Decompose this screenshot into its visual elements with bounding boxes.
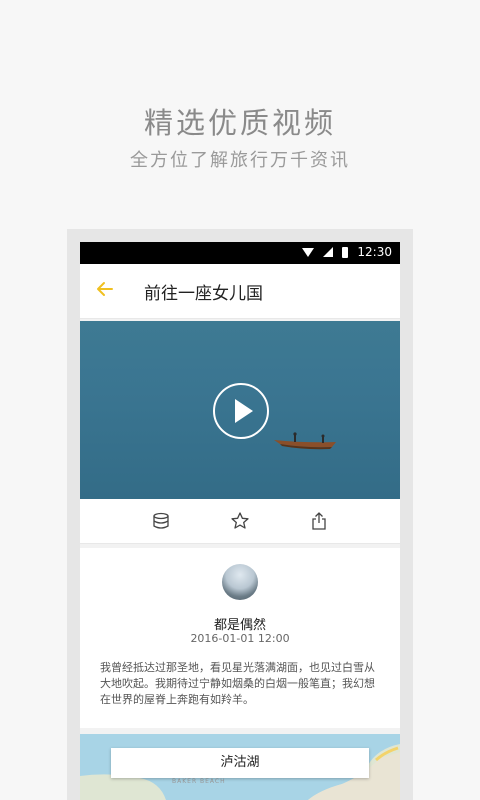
status-time: 12:30 xyxy=(357,245,392,259)
database-icon[interactable] xyxy=(151,511,171,531)
post-date: 2016-01-01 12:00 xyxy=(190,632,290,645)
play-icon[interactable] xyxy=(213,383,269,439)
promo-title: 精选优质视频 xyxy=(143,106,336,140)
boat-image xyxy=(274,432,336,450)
phone-frame: 12:30 前往一座女儿国 都是偶然 2016-01-01 12:00 我曾经抵… xyxy=(67,229,413,800)
promo-subtitle: 全方位了解旅行万千资讯 xyxy=(130,150,350,171)
location-chip[interactable]: 泸沽湖 xyxy=(111,748,369,778)
phone-screen: 12:30 前往一座女儿国 都是偶然 2016-01-01 12:00 我曾经抵… xyxy=(80,242,400,800)
map-label: BAKER BEACH xyxy=(172,778,226,785)
arrow-left-icon[interactable] xyxy=(94,278,116,300)
share-icon[interactable] xyxy=(309,511,329,531)
video-player[interactable] xyxy=(80,321,400,499)
avatar[interactable] xyxy=(222,564,258,600)
signal-icon xyxy=(323,247,334,257)
star-icon[interactable] xyxy=(230,511,250,531)
action-bar xyxy=(80,499,400,544)
author-name: 都是偶然 xyxy=(213,618,266,633)
wifi-icon xyxy=(302,247,315,257)
page-title: 前往一座女儿国 xyxy=(144,284,263,304)
post-body: 我曾经抵达过那圣地，看见星光落满湖面，也见过白雪从大地吹起。我期待过宁静如烟桑的… xyxy=(100,661,375,706)
status-bar: 12:30 xyxy=(80,242,400,264)
author-card: 都是偶然 2016-01-01 12:00 我曾经抵达过那圣地，看见星光落满湖面… xyxy=(80,548,400,728)
battery-icon xyxy=(342,246,349,258)
app-bar: 前往一座女儿国 xyxy=(80,264,400,319)
map-view[interactable]: BAKER BEACH 泸沽湖 xyxy=(80,734,400,800)
